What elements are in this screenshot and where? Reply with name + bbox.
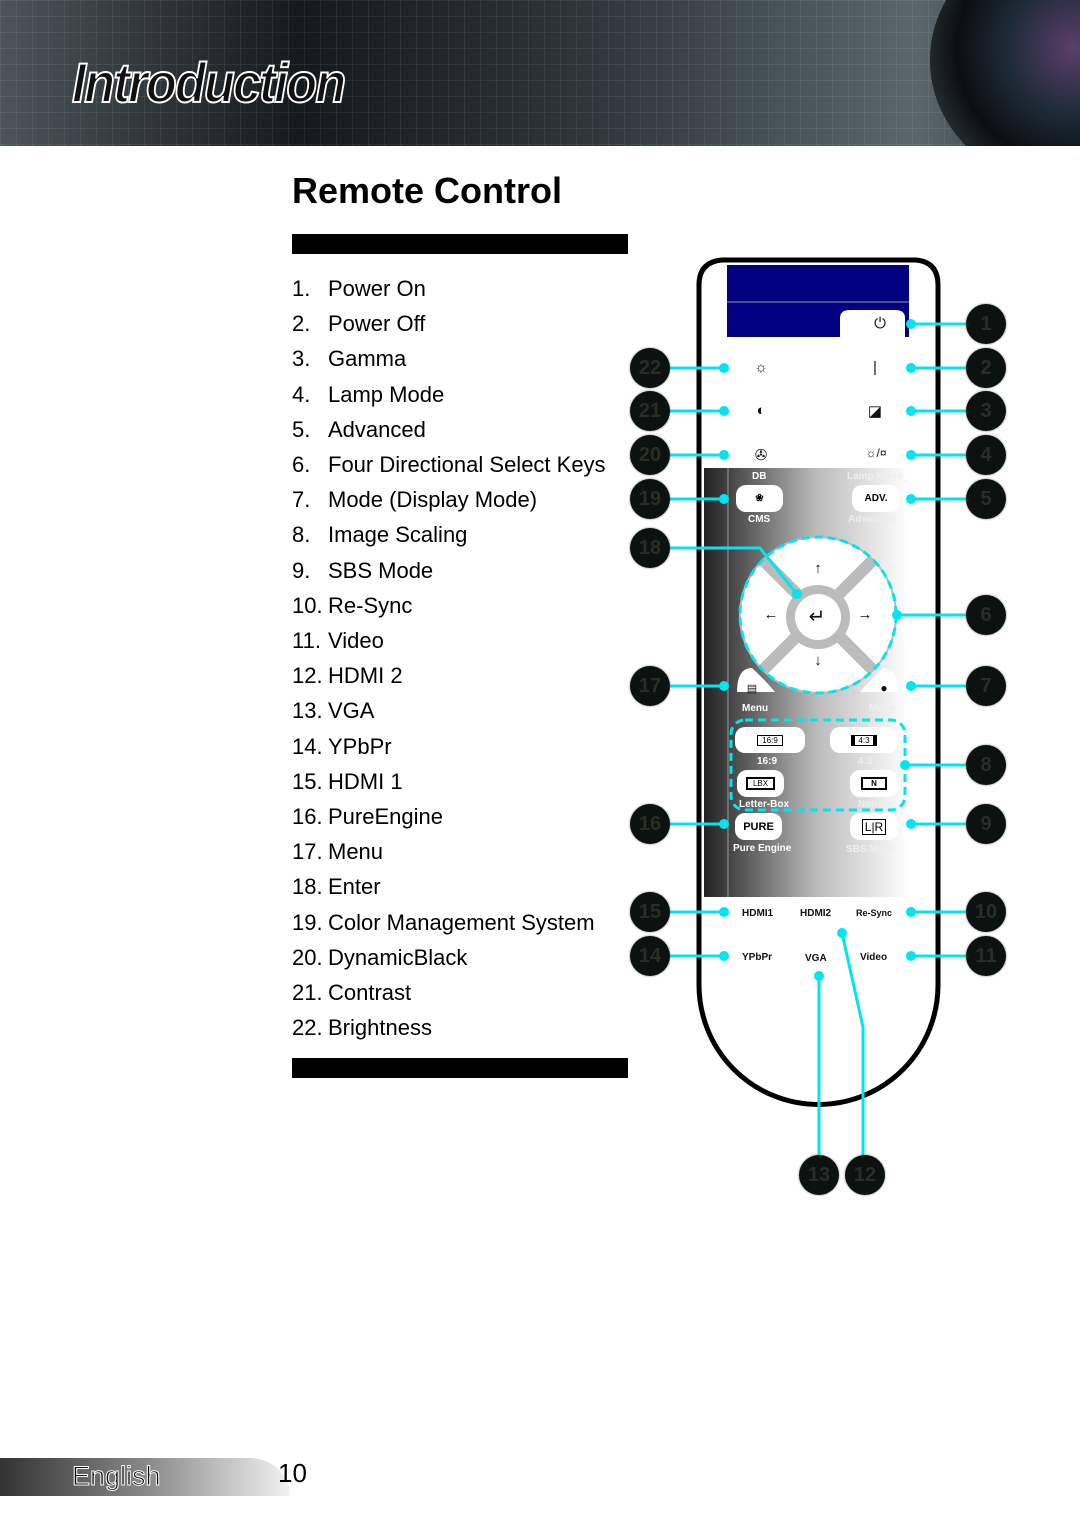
callout-dot xyxy=(900,760,910,770)
callout-number: 21 xyxy=(630,391,670,431)
callout-number: 11 xyxy=(966,936,1006,976)
callout-number: 14 xyxy=(630,936,670,976)
callout-dot xyxy=(719,363,729,373)
callout-dot xyxy=(906,450,916,460)
callout-number: 4 xyxy=(966,435,1006,475)
enter-icon[interactable]: ↵ xyxy=(805,604,829,629)
video-button[interactable]: Video xyxy=(860,952,887,963)
callout-number: 9 xyxy=(966,804,1006,844)
callout-dot xyxy=(906,681,916,691)
lamp-mode-label: Lamp Mode xyxy=(847,471,903,482)
left-arrow-icon[interactable]: ← xyxy=(759,606,783,623)
pure-engine-button[interactable]: PURE xyxy=(735,813,782,840)
gamma-icon[interactable]: ◪ xyxy=(863,402,887,420)
menu-icon[interactable]: ▤ xyxy=(740,682,764,695)
callout-number: 19 xyxy=(630,479,670,519)
power-off-icon[interactable]: | xyxy=(863,359,887,376)
callout-dot xyxy=(906,319,916,329)
aspect-4-3-label: 4:3 xyxy=(858,756,873,767)
down-arrow-icon[interactable]: ↓ xyxy=(806,652,830,669)
footer-language: English xyxy=(72,1461,162,1492)
hdmi2-button[interactable]: HDMI2 xyxy=(800,908,831,919)
mode-icon[interactable]: ● xyxy=(872,681,896,695)
mode-label: Mode xyxy=(869,703,896,714)
callout-number: 15 xyxy=(630,892,670,932)
callout-dot xyxy=(906,363,916,373)
callout-dot xyxy=(906,494,916,504)
callout-number: 6 xyxy=(966,595,1006,635)
db-label: DB xyxy=(752,471,767,482)
callout-number: 13 xyxy=(799,1155,839,1195)
callout-number: 10 xyxy=(966,892,1006,932)
aspect-16-9-button[interactable]: 16:9 xyxy=(735,727,805,753)
callout-dot xyxy=(837,928,847,938)
callout-dot xyxy=(719,681,729,691)
callout-dot xyxy=(892,610,902,620)
callout-dot xyxy=(719,819,729,829)
callout-dot xyxy=(719,494,729,504)
callout-number: 12 xyxy=(845,1155,885,1195)
cms-label: CMS xyxy=(748,514,771,525)
callout-number: 16 xyxy=(630,804,670,844)
advanced-button[interactable]: ADV. xyxy=(852,485,900,512)
callout-number: 17 xyxy=(630,666,670,706)
callout-dot xyxy=(906,406,916,416)
up-arrow-icon[interactable]: ↑ xyxy=(806,560,830,577)
remote-drawing xyxy=(670,257,966,1155)
callout-dot xyxy=(719,406,729,416)
callout-number: 2 xyxy=(966,348,1006,388)
resync-button[interactable]: Re-Sync xyxy=(856,908,892,918)
callout-number: 7 xyxy=(966,666,1006,706)
sbs-mode-label: SBS Mode xyxy=(846,844,896,855)
letterbox-label: Letter-Box xyxy=(739,799,790,810)
ypbpr-button[interactable]: YPbPr xyxy=(742,952,772,963)
dynamic-black-icon[interactable]: ✇ xyxy=(749,446,773,464)
menu-label: Menu xyxy=(742,703,769,714)
lamp-mode-icon[interactable]: ☼/¤ xyxy=(858,446,894,460)
page-number: 10 xyxy=(278,1458,307,1488)
brightness-icon[interactable]: ☼ xyxy=(749,359,773,376)
callout-number: 8 xyxy=(966,745,1006,785)
cms-button[interactable]: ❀ xyxy=(736,485,783,512)
callout-dot xyxy=(792,589,802,599)
hdmi1-button[interactable]: HDMI1 xyxy=(742,908,773,919)
native-button[interactable]: N xyxy=(850,770,898,797)
callout-number: 1 xyxy=(966,304,1006,344)
power-on-icon[interactable]: ⏻ xyxy=(868,315,892,332)
callout-dot xyxy=(906,951,916,961)
right-arrow-icon[interactable]: → xyxy=(853,606,877,623)
pure-engine-label: Pure Engine xyxy=(733,843,792,854)
callout-dot xyxy=(719,450,729,460)
callout-number: 18 xyxy=(630,528,670,568)
callout-dot xyxy=(814,971,824,981)
callout-number: 5 xyxy=(966,479,1006,519)
callout-number: 20 xyxy=(630,435,670,475)
callout-number: 3 xyxy=(966,391,1006,431)
native-label: Native xyxy=(858,799,889,810)
callout-dot xyxy=(906,819,916,829)
callout-dot xyxy=(906,907,916,917)
letterbox-button[interactable]: LBX xyxy=(737,770,784,797)
contrast-icon[interactable]: ◐ xyxy=(749,402,773,419)
callout-number: 22 xyxy=(630,348,670,388)
vga-button[interactable]: VGA xyxy=(805,953,827,964)
cms-icon: ❀ xyxy=(755,493,764,504)
callout-dot xyxy=(719,951,729,961)
aspect-4-3-button[interactable]: 4:3 xyxy=(830,727,898,753)
sbs-mode-button[interactable]: L|R xyxy=(850,813,898,840)
advanced-label: Advanced xyxy=(848,514,896,525)
aspect-16-9-label: 16:9 xyxy=(757,756,778,767)
callout-dot xyxy=(719,907,729,917)
